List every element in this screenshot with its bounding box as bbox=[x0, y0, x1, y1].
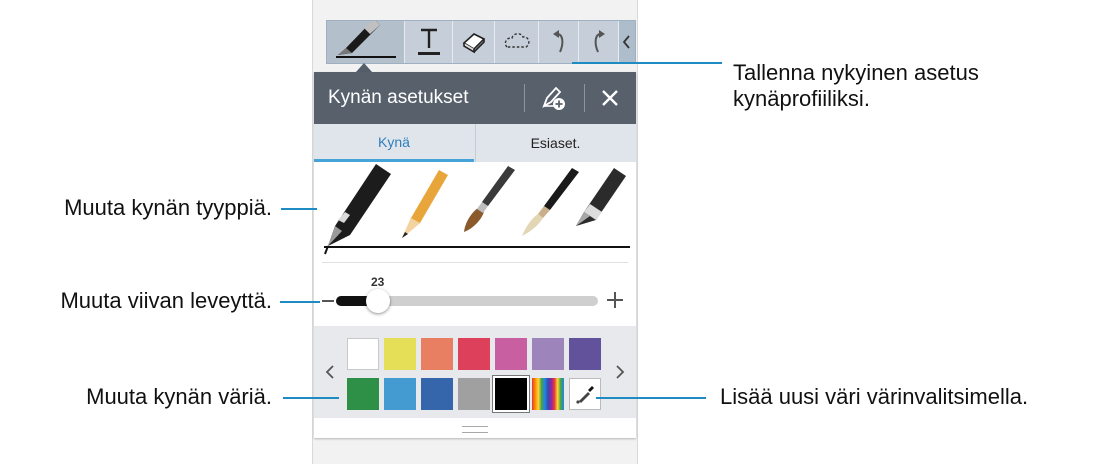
palette-next-button[interactable] bbox=[610, 360, 630, 384]
color-swatch[interactable] bbox=[421, 338, 453, 370]
eraser-icon bbox=[462, 33, 485, 54]
color-palette bbox=[314, 326, 636, 418]
color-swatch[interactable] bbox=[495, 338, 527, 370]
color-swatch[interactable] bbox=[569, 338, 601, 370]
color-swatch[interactable] bbox=[384, 338, 416, 370]
pen-tool-button[interactable] bbox=[327, 21, 405, 63]
callout-pen-type: Muuta kynän tyyppiä. bbox=[64, 195, 272, 220]
callout-add-color: Lisää uusi väri värinvalitsimella. bbox=[720, 384, 1029, 409]
pen-type-brush[interactable] bbox=[464, 166, 515, 232]
callout-pen-color: Muuta kynän väriä. bbox=[86, 384, 272, 409]
panel-title: Kynän asetukset bbox=[328, 87, 469, 108]
tab-presets[interactable]: Esiaset. bbox=[475, 124, 635, 162]
close-icon bbox=[602, 90, 618, 106]
header-divider bbox=[584, 84, 585, 112]
collapse-toolbar-button[interactable] bbox=[619, 21, 635, 63]
header-divider bbox=[524, 84, 525, 112]
callout-line-width: Muuta viivan leveyttä. bbox=[60, 288, 272, 313]
chevron-left-icon bbox=[325, 365, 334, 379]
color-picker-button[interactable] bbox=[569, 378, 601, 410]
text-icon bbox=[417, 28, 440, 55]
color-swatch[interactable] bbox=[347, 378, 379, 410]
close-button[interactable] bbox=[590, 80, 630, 116]
redo-button[interactable] bbox=[579, 21, 619, 63]
callout-line bbox=[596, 397, 706, 399]
pen-type-pen[interactable] bbox=[324, 164, 391, 255]
thickness-value: 23 bbox=[371, 275, 385, 289]
pen-type-calligraphy[interactable] bbox=[522, 168, 579, 236]
pen-preview-line bbox=[324, 246, 630, 248]
panel-pointer bbox=[356, 63, 372, 72]
redo-icon bbox=[594, 30, 605, 53]
drawing-toolbar bbox=[326, 20, 636, 64]
color-swatch[interactable] bbox=[384, 378, 416, 410]
color-swatch[interactable] bbox=[458, 378, 490, 410]
tab-pen[interactable]: Kynä bbox=[314, 124, 474, 162]
pen-type-marker[interactable] bbox=[576, 168, 626, 226]
eyedropper-icon bbox=[576, 386, 594, 404]
color-swatch-spectrum[interactable] bbox=[532, 378, 564, 410]
callout-line bbox=[283, 397, 339, 399]
callout-line bbox=[281, 208, 317, 210]
increase-thickness-button[interactable] bbox=[607, 292, 623, 308]
panel-tabs: Kynä Esiaset. bbox=[314, 124, 636, 162]
selection-tool-button[interactable] bbox=[495, 21, 539, 63]
undo-button[interactable] bbox=[539, 21, 579, 63]
undo-icon bbox=[552, 30, 563, 53]
panel-resize-handle[interactable] bbox=[462, 426, 488, 433]
pen-settings-panel: Kynän asetukset Kynä Esiaset. 23 bbox=[314, 72, 636, 438]
thickness-slider-handle[interactable] bbox=[366, 289, 390, 313]
palette-prev-button[interactable] bbox=[320, 360, 340, 384]
pen-add-icon bbox=[542, 86, 565, 110]
callout-save-profile: Tallenna nykyinen asetus kynäprofiiliksi… bbox=[733, 60, 979, 111]
divider bbox=[322, 262, 628, 263]
color-swatch[interactable] bbox=[532, 338, 564, 370]
callout-line bbox=[572, 62, 722, 64]
decrease-thickness-button[interactable] bbox=[322, 300, 334, 302]
chevron-left-icon bbox=[622, 35, 630, 49]
color-swatch[interactable] bbox=[347, 338, 379, 370]
color-swatch[interactable] bbox=[421, 378, 453, 410]
text-tool-button[interactable] bbox=[405, 21, 453, 63]
pen-icon bbox=[335, 21, 396, 58]
callout-line bbox=[280, 301, 320, 303]
color-swatch[interactable] bbox=[495, 378, 527, 410]
panel-header: Kynän asetukset bbox=[314, 72, 636, 124]
chevron-right-icon bbox=[616, 365, 625, 379]
selection-icon bbox=[504, 33, 530, 48]
color-swatch[interactable] bbox=[458, 338, 490, 370]
eraser-tool-button[interactable] bbox=[453, 21, 495, 63]
pen-type-pencil[interactable] bbox=[402, 170, 448, 238]
save-pen-profile-button[interactable] bbox=[530, 80, 576, 116]
